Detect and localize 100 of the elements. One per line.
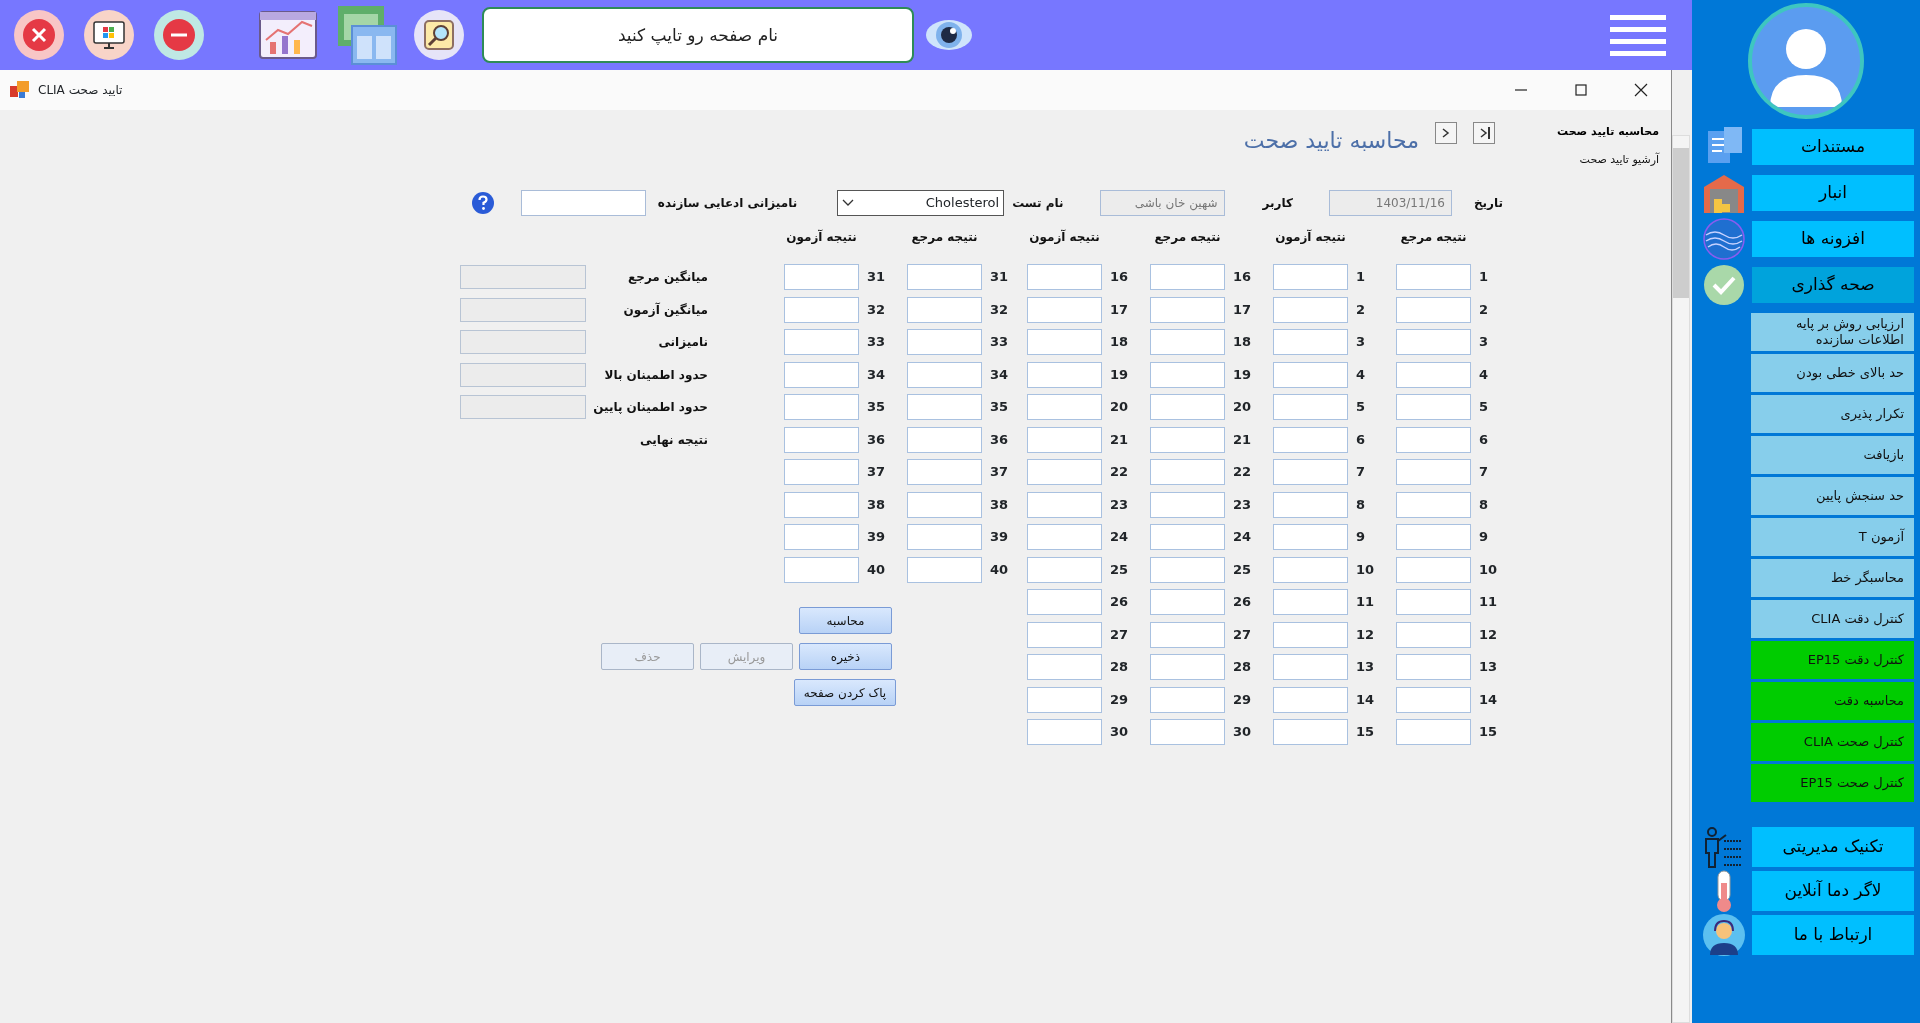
- input-field[interactable]: [1273, 394, 1348, 420]
- input-field[interactable]: [1396, 686, 1471, 713]
- input-field[interactable]: [784, 426, 859, 453]
- input-field[interactable]: [1150, 524, 1225, 550]
- scrollbar[interactable]: [1672, 135, 1690, 1023]
- input-field[interactable]: [784, 459, 859, 485]
- submenu-item[interactable]: ارزیابی روش بر پایه اطلاعات سازنده: [1751, 313, 1914, 351]
- input-field[interactable]: [907, 426, 982, 453]
- input-field[interactable]: [784, 361, 859, 388]
- submenu-item[interactable]: محاسبگر خط: [1751, 559, 1914, 597]
- input-field[interactable]: [1150, 394, 1225, 420]
- input-field[interactable]: [1273, 719, 1348, 745]
- menu-item[interactable]: مستندات: [1752, 129, 1914, 165]
- monitor-icon[interactable]: [82, 8, 136, 62]
- input-field[interactable]: [784, 296, 859, 323]
- input-field[interactable]: [1150, 556, 1225, 583]
- menu-item[interactable]: صحه گذاری: [1752, 267, 1914, 303]
- input-field[interactable]: [1027, 686, 1102, 713]
- input-field[interactable]: [907, 264, 982, 290]
- submenu-item[interactable]: حد سنجش پایین: [1751, 477, 1914, 515]
- input-field[interactable]: [1273, 621, 1348, 648]
- menu-item[interactable]: انبار: [1752, 175, 1914, 211]
- input-field[interactable]: [784, 264, 859, 290]
- input-field[interactable]: [1396, 361, 1471, 388]
- submenu-item[interactable]: کنترل دقت CLIA: [1751, 600, 1914, 638]
- input-field[interactable]: [1273, 524, 1348, 550]
- action-button[interactable]: پاک کردن صفحه: [794, 679, 896, 706]
- collapse-button[interactable]: [1473, 122, 1495, 144]
- input-field[interactable]: [1027, 719, 1102, 745]
- input-field[interactable]: [784, 491, 859, 518]
- input-field[interactable]: [907, 524, 982, 550]
- menu-item[interactable]: تکنیک مدیریتی: [1752, 827, 1914, 867]
- input-field[interactable]: [1027, 459, 1102, 485]
- input-field[interactable]: [1150, 686, 1225, 713]
- input-field[interactable]: [1150, 719, 1225, 745]
- submenu-item[interactable]: محاسبه دقت: [1751, 682, 1914, 720]
- input-field[interactable]: [907, 361, 982, 388]
- input-field[interactable]: [784, 556, 859, 583]
- menu-item[interactable]: افزونه ها: [1752, 221, 1914, 257]
- input-field[interactable]: [1396, 654, 1471, 680]
- back-button[interactable]: [1435, 122, 1457, 144]
- input-field[interactable]: [1273, 556, 1348, 583]
- input-field[interactable]: [1027, 654, 1102, 680]
- input-field[interactable]: [1027, 524, 1102, 550]
- window-layout-icon[interactable]: [336, 4, 398, 66]
- input-field[interactable]: [1150, 621, 1225, 648]
- scrollbar-thumb[interactable]: [1673, 148, 1689, 298]
- input-field[interactable]: [1027, 394, 1102, 420]
- input-field[interactable]: [1273, 296, 1348, 323]
- input-field[interactable]: [1396, 621, 1471, 648]
- submenu-item[interactable]: کنترل صحت EP15: [1751, 764, 1914, 802]
- input-field[interactable]: [1150, 264, 1225, 290]
- search-field[interactable]: نام صفحه رو تایپ کنید: [482, 7, 914, 63]
- input-field[interactable]: [907, 329, 982, 355]
- close-icon[interactable]: [12, 8, 66, 62]
- input-field[interactable]: [1150, 654, 1225, 680]
- input-field[interactable]: [1027, 296, 1102, 323]
- input-field[interactable]: [1150, 329, 1225, 355]
- input-field[interactable]: [1273, 329, 1348, 355]
- input-field[interactable]: [520, 190, 646, 216]
- input-field[interactable]: [1027, 556, 1102, 583]
- test-name-dropdown[interactable]: Cholesterol: [837, 190, 1005, 216]
- input-field[interactable]: [1396, 426, 1471, 453]
- input-field[interactable]: [1273, 686, 1348, 713]
- input-field[interactable]: [1396, 491, 1471, 518]
- input-field[interactable]: [907, 296, 982, 323]
- input-field[interactable]: [1273, 264, 1348, 290]
- input-field[interactable]: [1027, 264, 1102, 290]
- chart-icon[interactable]: [258, 8, 318, 62]
- help-icon[interactable]: [470, 191, 495, 215]
- search-icon[interactable]: [412, 8, 466, 62]
- input-field[interactable]: [1396, 394, 1471, 420]
- input-field[interactable]: [1027, 329, 1102, 355]
- submenu-item[interactable]: بازیافت: [1751, 436, 1914, 474]
- input-field[interactable]: [1273, 459, 1348, 485]
- input-field[interactable]: [1273, 654, 1348, 680]
- input-field[interactable]: [1273, 589, 1348, 615]
- action-button[interactable]: ذخیره: [799, 643, 892, 670]
- input-field[interactable]: [784, 394, 859, 420]
- input-field[interactable]: [1396, 556, 1471, 583]
- input-field[interactable]: [1027, 491, 1102, 518]
- minus-icon[interactable]: [152, 8, 206, 62]
- menu-icon[interactable]: [1610, 14, 1666, 56]
- input-field[interactable]: [1150, 459, 1225, 485]
- input-field[interactable]: [907, 491, 982, 518]
- input-field[interactable]: [1027, 621, 1102, 648]
- input-field[interactable]: [1150, 589, 1225, 615]
- input-field[interactable]: [907, 394, 982, 420]
- input-field[interactable]: [1150, 361, 1225, 388]
- input-field[interactable]: [1150, 426, 1225, 453]
- input-field[interactable]: [1027, 426, 1102, 453]
- input-field[interactable]: [1396, 296, 1471, 323]
- input-field[interactable]: [1396, 719, 1471, 745]
- input-field[interactable]: [1273, 361, 1348, 388]
- nav-link[interactable]: محاسبه تایید صحت: [1519, 118, 1659, 146]
- input-field[interactable]: [1027, 361, 1102, 388]
- action-button[interactable]: محاسبه: [799, 607, 892, 634]
- input-field[interactable]: [1396, 589, 1471, 615]
- input-field[interactable]: [907, 459, 982, 485]
- input-field[interactable]: [784, 524, 859, 550]
